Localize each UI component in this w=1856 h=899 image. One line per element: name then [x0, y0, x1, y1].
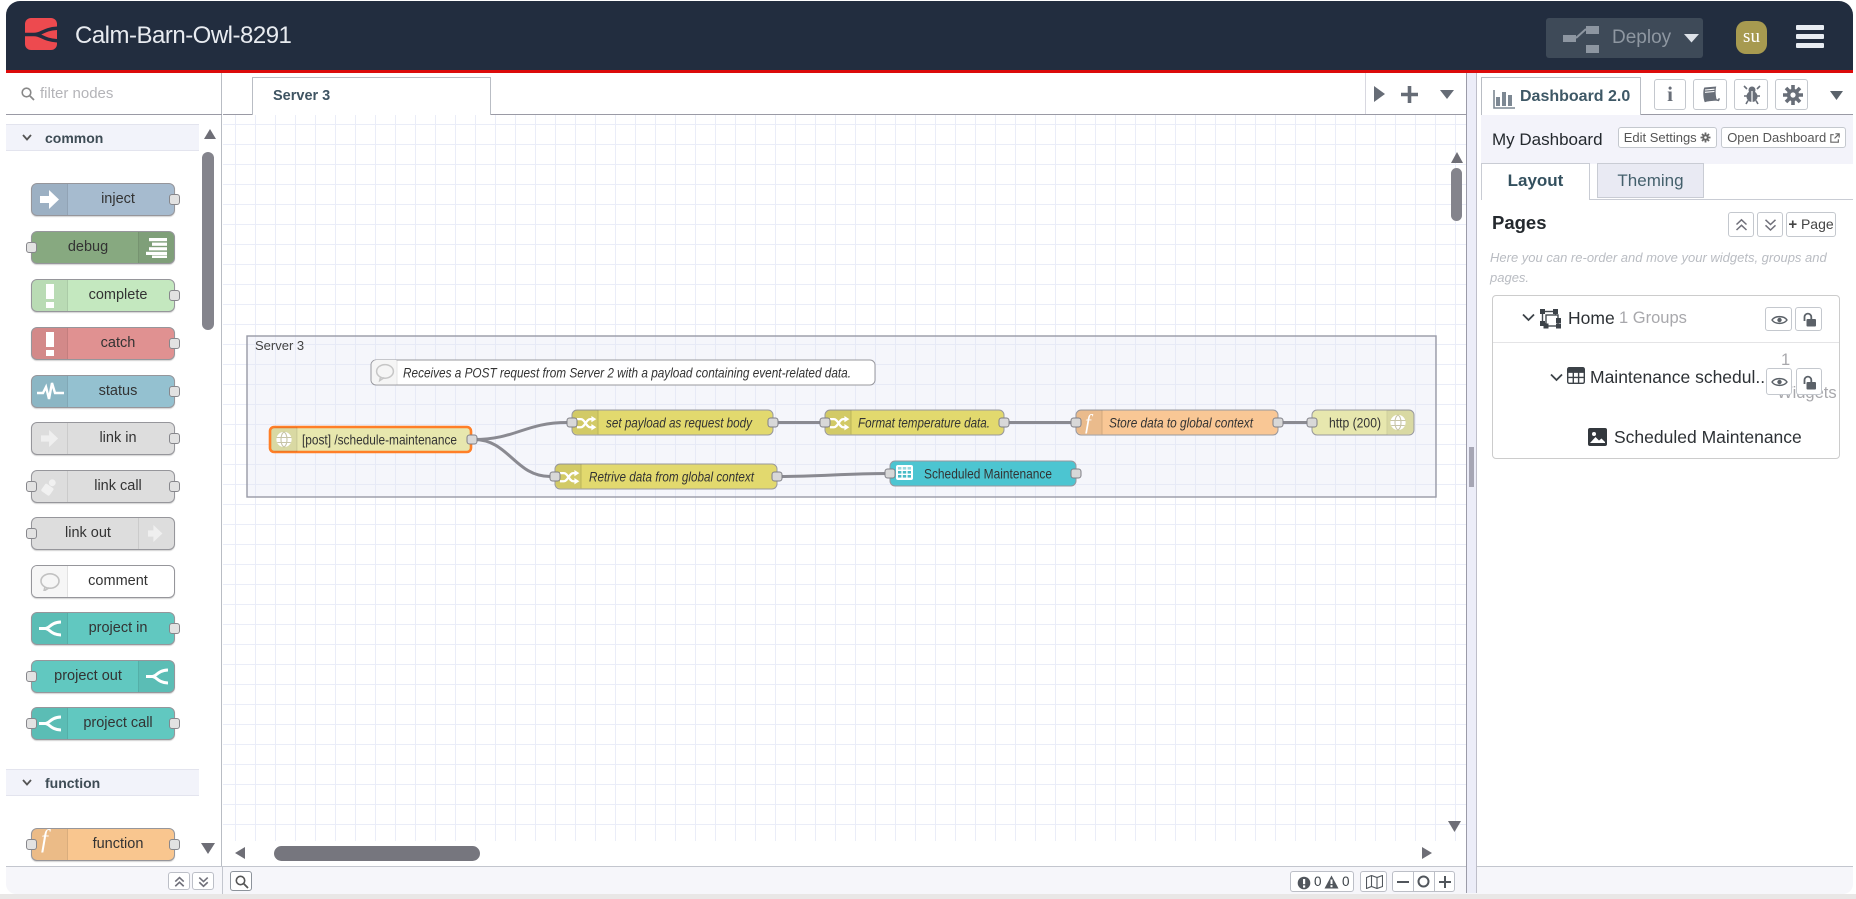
svg-text:Retrive data from global conte: Retrive data from global context — [589, 469, 755, 485]
svg-text:set payload as request body: set payload as request body — [606, 415, 753, 431]
svg-text:[post] /schedule-maintenance: [post] /schedule-maintenance — [302, 432, 457, 448]
svg-text:Store data to global context: Store data to global context — [1109, 415, 1254, 431]
svg-text:Receives a POST request from S: Receives a POST request from Server 2 wi… — [403, 365, 851, 381]
svg-text:Format temperature data.: Format temperature data. — [858, 415, 990, 431]
svg-text:Server 3: Server 3 — [255, 338, 304, 353]
svg-text:http (200): http (200) — [1329, 415, 1381, 431]
svg-text:Scheduled Maintenance: Scheduled Maintenance — [924, 466, 1052, 482]
